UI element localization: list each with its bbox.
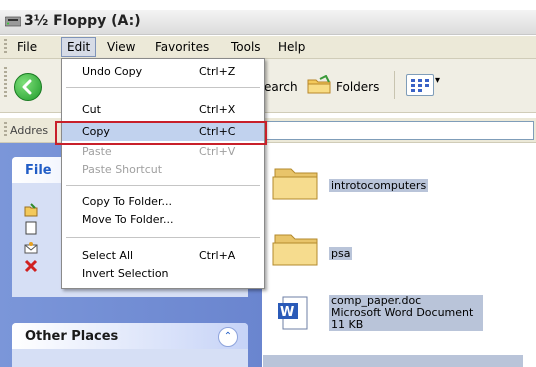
views-dropdown-chevron-icon[interactable]: ▾ <box>435 75 440 86</box>
menubar-grip[interactable] <box>4 39 7 55</box>
toolbar-separator <box>394 71 395 99</box>
other-places-title: Other Places <box>25 329 119 344</box>
file-tasks-title: File <box>25 163 52 178</box>
word-document-icon[interactable]: W <box>277 295 311 335</box>
menu-separator <box>66 185 260 186</box>
menu-file[interactable]: File <box>12 39 42 55</box>
other-places-panel: Other Places ⌃ <box>12 323 248 367</box>
copy-highlight-annotation <box>55 121 267 145</box>
edit-menu-dropdown: Undo Copy Ctrl+Z Cut Ctrl+X Copy Ctrl+C … <box>61 58 265 289</box>
document-task-icon[interactable] <box>24 221 38 235</box>
menu-item-undo-copy[interactable]: Undo Copy Ctrl+Z <box>62 63 264 81</box>
file-size-label: 11 KB <box>331 318 364 331</box>
email-task-icon[interactable] <box>24 241 38 255</box>
other-places-header[interactable]: Other Places ⌃ <box>12 323 248 349</box>
menu-view[interactable]: View <box>102 39 140 55</box>
folder-icon[interactable] <box>271 163 321 203</box>
partial-next-file-row[interactable] <box>263 355 523 367</box>
file-name-psa[interactable]: psa <box>329 247 353 260</box>
menu-item-paste-shortcut: Paste Shortcut <box>82 163 163 176</box>
file-list-area: introtocomputers psa W comp_paper.doc Mi… <box>263 143 536 367</box>
menu-tools[interactable]: Tools <box>226 39 266 55</box>
file-name-introtocomputers[interactable]: introtocomputers <box>329 179 429 192</box>
floppy-drive-icon <box>4 14 22 28</box>
menu-favorites[interactable]: Favorites <box>150 39 214 55</box>
folder-task-icon[interactable] <box>24 203 38 217</box>
window-title: 3½ Floppy (A:) <box>24 13 141 29</box>
menu-separator <box>66 237 260 238</box>
back-arrow-icon[interactable] <box>14 73 42 101</box>
menu-bar: File Edit View Favorites Tools Help <box>0 36 536 59</box>
search-button-label[interactable]: earch <box>264 80 298 94</box>
svg-text:W: W <box>280 305 294 320</box>
cropped-top-edge <box>0 0 536 10</box>
toolbar-grip[interactable] <box>4 67 7 99</box>
title-bar: 3½ Floppy (A:) <box>0 10 536 35</box>
menu-item-select-all[interactable]: Select All Ctrl+A <box>62 247 264 265</box>
folder-icon[interactable] <box>271 229 321 269</box>
menu-item-invert-selection[interactable]: Invert Selection <box>62 265 264 283</box>
address-label: Addres <box>10 124 49 137</box>
folders-icon[interactable] <box>306 74 332 95</box>
menu-item-cut[interactable]: Cut Ctrl+X <box>62 101 264 119</box>
address-input[interactable] <box>264 121 534 140</box>
menu-item-move-to-folder[interactable]: Move To Folder... <box>62 211 264 229</box>
menu-item-paste: Paste Ctrl+V <box>82 145 236 158</box>
views-icon[interactable] <box>406 74 434 96</box>
word-file-info[interactable]: comp_paper.doc Microsoft Word Document 1… <box>329 295 483 331</box>
collapse-chevron-up-icon[interactable]: ⌃ <box>218 327 238 347</box>
menu-separator <box>66 87 260 88</box>
menu-help[interactable]: Help <box>273 39 310 55</box>
folders-button-label[interactable]: Folders <box>336 80 379 94</box>
addressbar-grip[interactable] <box>4 122 7 138</box>
delete-x-icon[interactable] <box>24 259 38 273</box>
menu-edit[interactable]: Edit <box>61 37 97 57</box>
menu-item-copy-to-folder[interactable]: Copy To Folder... <box>62 193 264 211</box>
